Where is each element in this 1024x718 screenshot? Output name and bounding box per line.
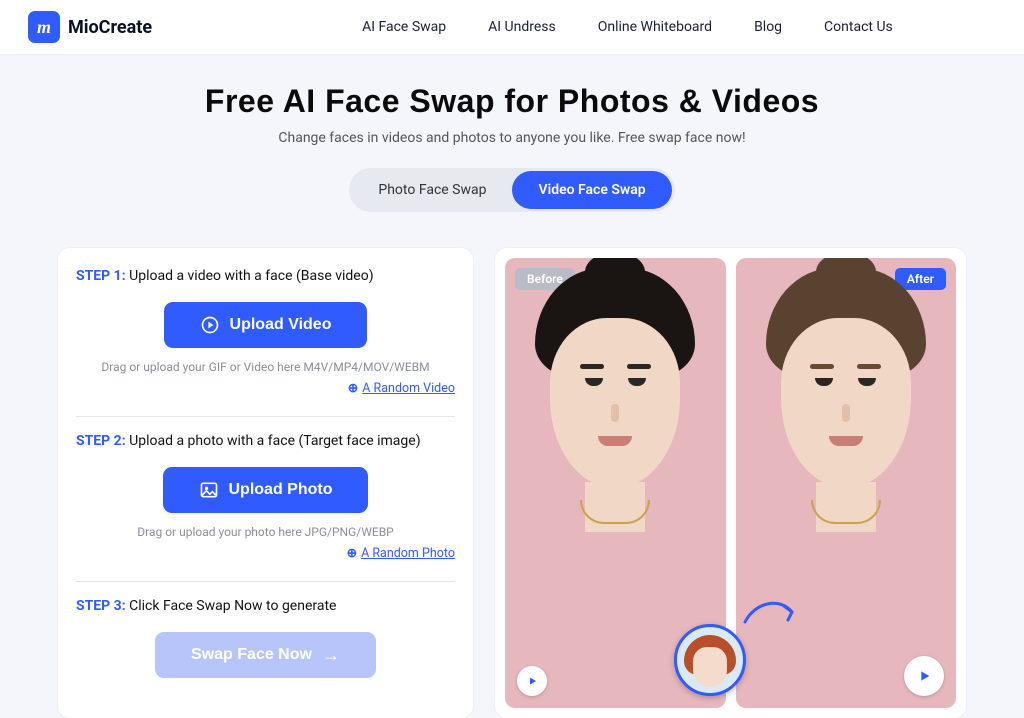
random-photo-row: ⊕ A Random Photo <box>76 545 455 561</box>
nav-blog[interactable]: Blog <box>754 19 782 35</box>
divider-2 <box>76 581 455 582</box>
random-video-link[interactable]: A Random Video <box>362 381 455 396</box>
play-before-button[interactable] <box>517 666 547 696</box>
plus-circle-icon: ⊕ <box>347 545 357 561</box>
mode-tabs: Photo Face Swap Video Face Swap <box>349 168 674 212</box>
step-1: STEP 1: Upload a video with a face (Base… <box>76 266 455 406</box>
play-after-button[interactable] <box>904 656 944 696</box>
steps-panel: STEP 1: Upload a video with a face (Base… <box>58 248 473 718</box>
swap-face-now-label: Swap Face Now <box>191 646 312 664</box>
brand-name: MioCreate <box>68 17 152 38</box>
nav-online-whiteboard[interactable]: Online Whiteboard <box>598 19 712 35</box>
preview-panel: Before After <box>495 248 966 718</box>
step-1-prefix: STEP 1: <box>76 268 126 284</box>
main-header: m MioCreate AI Face Swap AI Undress Onli… <box>0 0 1024 55</box>
video-hint: Drag or upload your GIF or Video here M4… <box>76 360 455 374</box>
step-3-title: STEP 3: Click Face Swap Now to generate <box>76 598 455 614</box>
step-2-text: Upload a photo with a face (Target face … <box>126 433 421 449</box>
step-2-title: STEP 2: Upload a photo with a face (Targ… <box>76 433 455 449</box>
image-icon <box>199 480 219 500</box>
main-nav: AI Face Swap AI Undress Online Whiteboar… <box>362 19 893 35</box>
step-3-text: Click Face Swap Now to generate <box>126 598 337 614</box>
tab-video-face-swap[interactable]: Video Face Swap <box>512 171 671 209</box>
upload-video-button[interactable]: Upload Video <box>164 302 368 348</box>
arrow-right-icon: → <box>322 645 340 666</box>
nav-ai-face-swap[interactable]: AI Face Swap <box>362 19 446 35</box>
tab-photo-face-swap[interactable]: Photo Face Swap <box>352 171 512 209</box>
step-1-title: STEP 1: Upload a video with a face (Base… <box>76 268 455 284</box>
logo-mark: m <box>28 11 60 43</box>
plus-circle-icon: ⊕ <box>348 380 358 396</box>
random-video-row: ⊕ A Random Video <box>76 380 455 396</box>
swap-arrow-icon <box>740 592 800 646</box>
divider-1 <box>76 416 455 417</box>
upload-photo-button[interactable]: Upload Photo <box>163 467 369 513</box>
brand-logo[interactable]: m MioCreate <box>28 11 152 43</box>
play-circle-icon <box>200 315 220 335</box>
page-title: Free AI Face Swap for Photos & Videos <box>0 83 1024 120</box>
step-2: STEP 2: Upload a photo with a face (Targ… <box>76 431 455 571</box>
upload-photo-label: Upload Photo <box>229 481 333 499</box>
nav-ai-undress[interactable]: AI Undress <box>488 19 556 35</box>
nav-contact-us[interactable]: Contact Us <box>824 19 893 35</box>
random-photo-link[interactable]: A Random Photo <box>361 546 455 561</box>
hero: Free AI Face Swap for Photos & Videos Ch… <box>0 55 1024 230</box>
main-content: STEP 1: Upload a video with a face (Base… <box>0 230 1024 718</box>
step-1-text: Upload a video with a face (Base video) <box>126 268 374 284</box>
photo-hint: Drag or upload your photo here JPG/PNG/W… <box>76 525 455 539</box>
target-face-illustration <box>677 627 743 693</box>
step-3: STEP 3: Click Face Swap Now to generate … <box>76 596 455 696</box>
page-subtitle: Change faces in videos and photos to any… <box>0 130 1024 146</box>
step-2-prefix: STEP 2: <box>76 433 126 449</box>
target-face-thumbnail[interactable] <box>674 624 746 696</box>
step-3-prefix: STEP 3: <box>76 598 126 614</box>
upload-video-label: Upload Video <box>230 316 332 334</box>
